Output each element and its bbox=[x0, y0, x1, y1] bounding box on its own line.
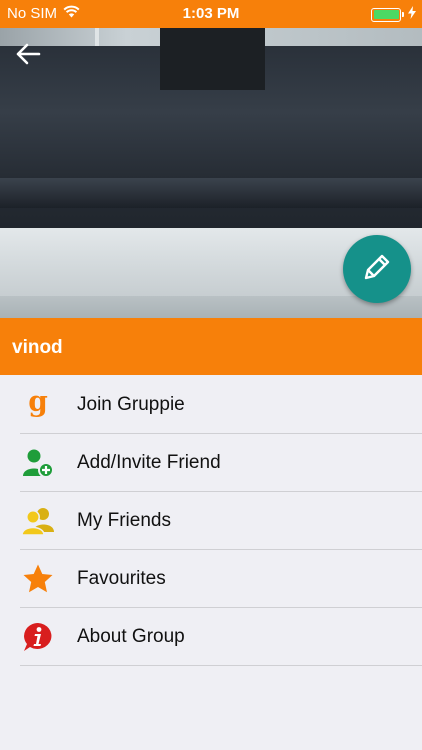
menu-item-add-invite-friend[interactable]: Add/Invite Friend bbox=[0, 434, 422, 492]
menu-item-label: About Group bbox=[77, 626, 185, 647]
menu-item-favourites[interactable]: Favourites bbox=[0, 550, 422, 608]
group-name: vinod bbox=[12, 337, 63, 358]
menu-item-label: My Friends bbox=[77, 510, 171, 531]
battery-icon bbox=[371, 7, 404, 22]
group-name-bar: vinod bbox=[0, 318, 422, 375]
status-right bbox=[371, 6, 416, 23]
svg-text:g: g bbox=[28, 390, 48, 418]
gruppie-g-icon: g bbox=[18, 390, 58, 420]
friends-icon bbox=[18, 506, 58, 536]
add-friend-icon bbox=[18, 447, 58, 479]
menu-item-my-friends[interactable]: My Friends bbox=[0, 492, 422, 550]
back-button[interactable] bbox=[12, 40, 44, 72]
star-icon bbox=[18, 563, 58, 595]
edit-button[interactable] bbox=[343, 235, 411, 303]
pencil-icon bbox=[360, 250, 394, 289]
menu-item-about-group[interactable]: About Group bbox=[0, 608, 422, 666]
menu-item-join-gruppie[interactable]: g Join Gruppie bbox=[0, 376, 422, 434]
menu-item-label: Join Gruppie bbox=[77, 394, 185, 415]
bolt-icon bbox=[408, 6, 416, 23]
info-icon bbox=[18, 621, 58, 653]
menu-item-label: Add/Invite Friend bbox=[77, 452, 221, 473]
menu-list: g Join Gruppie Add/Invite Friend My Frie… bbox=[0, 376, 422, 666]
menu-item-label: Favourites bbox=[77, 568, 166, 589]
status-bar: No SIM 1:03 PM bbox=[0, 0, 422, 28]
status-time: 1:03 PM bbox=[182, 5, 240, 22]
arrow-left-icon bbox=[15, 43, 41, 70]
